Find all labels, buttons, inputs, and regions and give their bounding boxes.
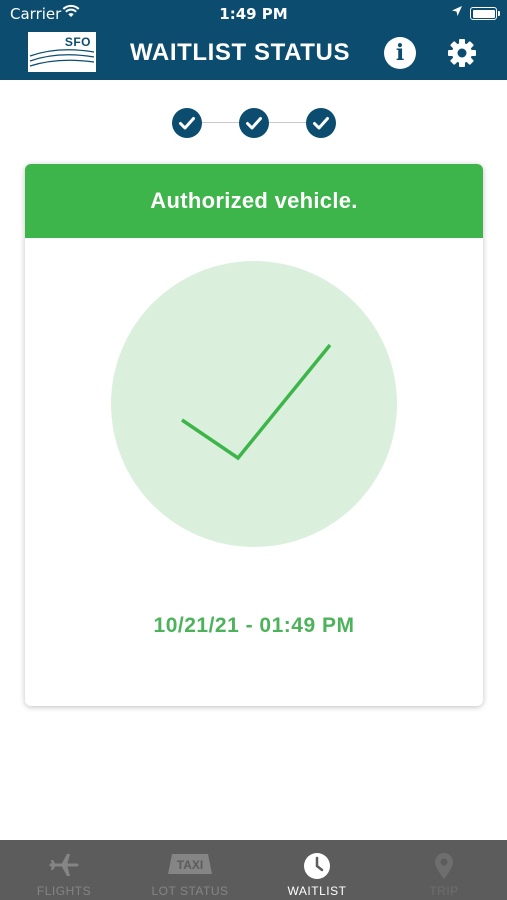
tab-bar: FLIGHTS TAXI LOT STATUS WAITLIST TRIP [0,840,507,900]
authorization-timestamp: 10/21/21 - 01:49 PM [153,614,355,637]
taxi-sign-icon: TAXI [168,854,212,874]
tab-label: LOT STATUS [151,884,229,898]
step-complete-icon [306,108,336,138]
airplane-icon [49,854,79,876]
checkmark-icon [181,343,332,461]
status-bar: Carrier 1:49 PM [0,0,507,28]
clock-time: 1:49 PM [219,5,288,23]
step-complete-icon [239,108,269,138]
status-banner: Authorized vehicle. [25,164,483,238]
battery-icon [470,7,500,20]
gear-icon[interactable] [446,37,478,69]
info-icon[interactable]: i [384,37,416,69]
location-pin-icon [435,853,453,879]
tab-label: WAITLIST [287,884,347,898]
header-bar: SFO WAITLIST STATUS i [0,28,507,80]
tab-lot-status[interactable]: TAXI LOT STATUS [140,840,240,900]
tab-flights[interactable]: FLIGHTS [20,840,108,900]
progress-stepper [172,108,336,138]
taxi-sign-text: TAXI [177,858,203,872]
stepper-connector [202,122,239,123]
page-title: WAITLIST STATUS [130,39,351,66]
sfo-logo: SFO [28,32,96,72]
status-card: Authorized vehicle. 10/21/21 - 01:49 PM [25,164,483,706]
clock-icon [304,853,330,879]
logo-swoosh [29,49,95,67]
stepper-connector [269,122,306,123]
step-complete-icon [172,108,202,138]
tab-label: TRIP [429,884,459,898]
location-arrow-icon [452,6,462,16]
tab-label: FLIGHTS [36,884,92,898]
tab-waitlist[interactable]: WAITLIST [270,840,364,900]
status-circle [111,261,397,547]
tab-trip[interactable]: TRIP [400,840,488,900]
